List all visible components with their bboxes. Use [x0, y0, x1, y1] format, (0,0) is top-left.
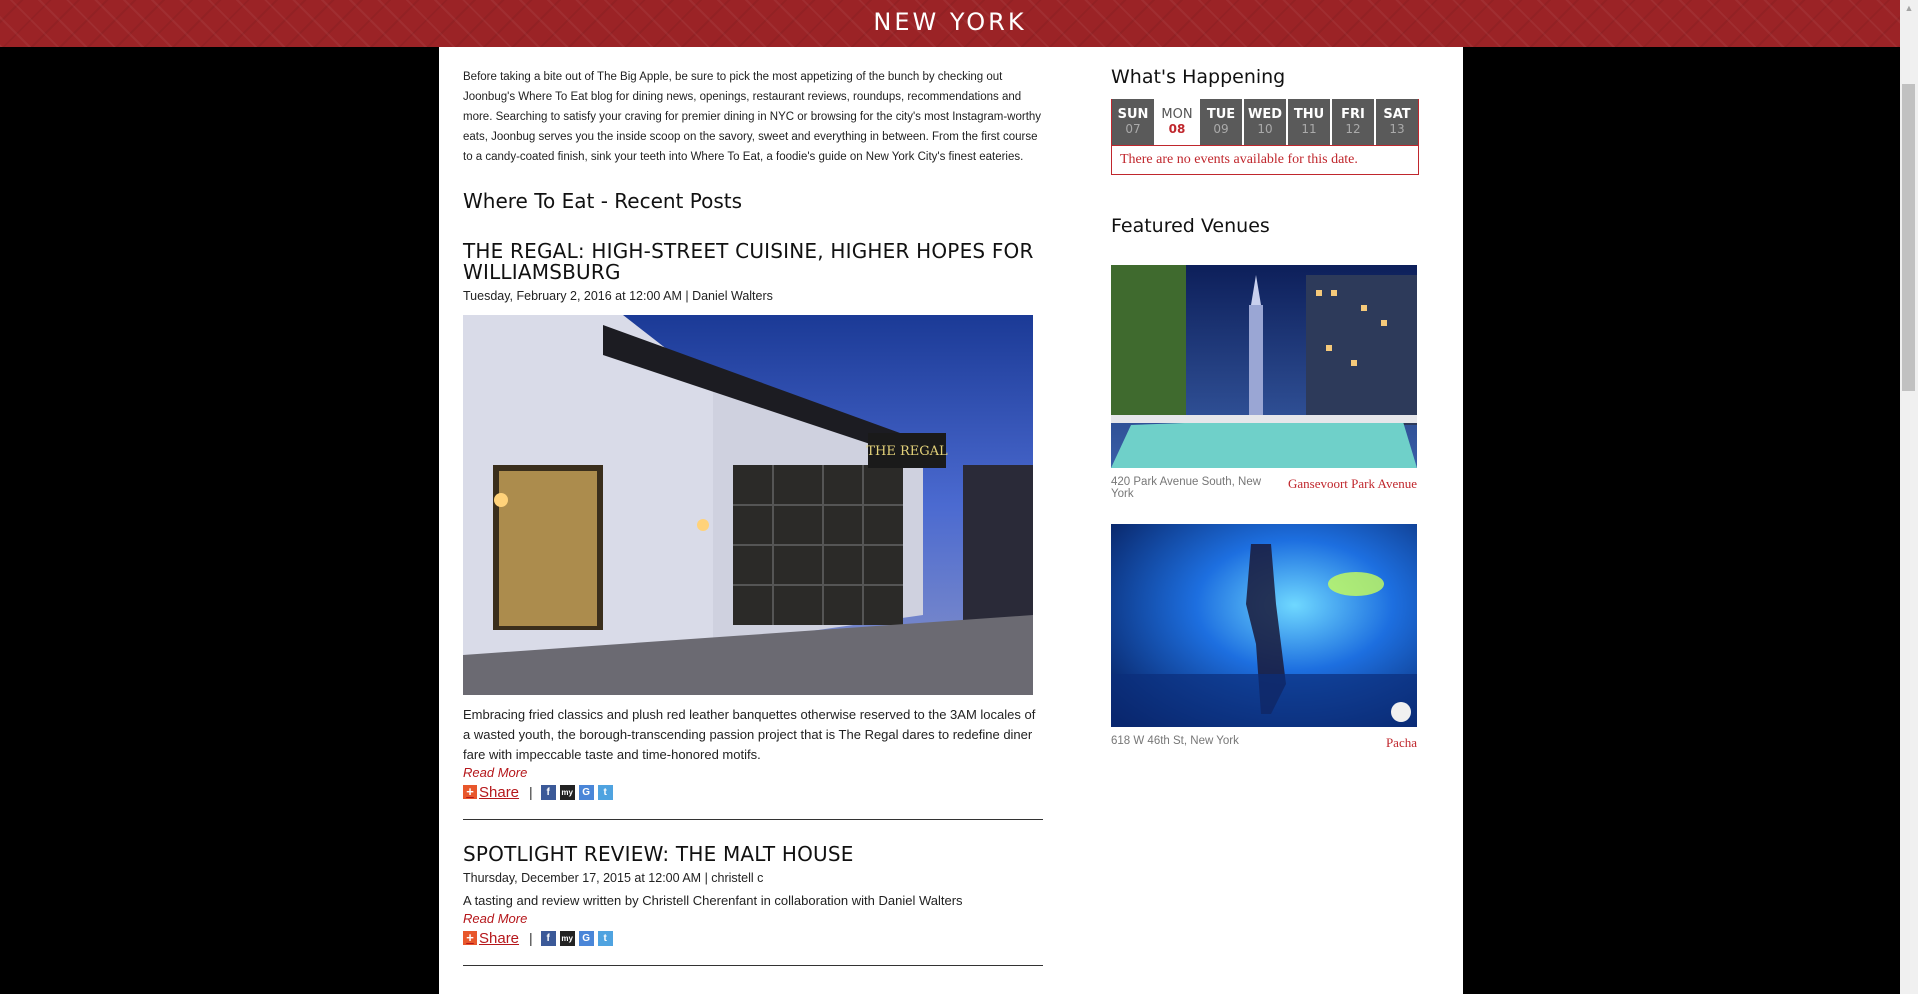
post-divider [463, 965, 1043, 966]
day-tab-tue[interactable]: TUE 09 [1200, 99, 1242, 145]
twitter-icon[interactable]: t [597, 930, 613, 946]
venue-image[interactable] [1111, 524, 1417, 727]
post-item: THE REGAL: HIGH-STREET CUISINE, HIGHER H… [463, 241, 1043, 820]
venue-address: 618 W 46th St, New York [1111, 735, 1239, 747]
day-date: 09 [1213, 122, 1229, 136]
day-date: 11 [1301, 122, 1317, 136]
venue-name-link[interactable]: Pacha [1386, 735, 1417, 751]
share-row: + Share | f my G t [463, 783, 1043, 801]
venue-info: 420 Park Avenue South, New York Gansevoo… [1111, 476, 1417, 500]
post-title[interactable]: SPOTLIGHT REVIEW: THE MALT HOUSE [463, 844, 1043, 865]
venue-name-link[interactable]: Gansevoort Park Avenue [1288, 476, 1417, 500]
more-icon [1391, 702, 1411, 722]
featured-venues-heading: Featured Venues [1111, 215, 1270, 237]
share-label: Share [479, 929, 520, 947]
plus-icon: + [463, 785, 477, 799]
read-more-link[interactable]: Read More [463, 765, 1043, 781]
svg-text:THE REGAL: THE REGAL [866, 444, 948, 459]
post-item: SPOTLIGHT REVIEW: THE MALT HOUSE Thursda… [463, 844, 1043, 966]
rooftop-pool-illustration [1111, 265, 1417, 468]
page-content: Before taking a bite out of The Big Appl… [439, 47, 1463, 994]
day-date: 12 [1345, 122, 1361, 136]
day-name: TUE [1206, 107, 1236, 122]
day-date: 07 [1125, 122, 1141, 136]
post-excerpt: A tasting and review written by Christel… [463, 893, 963, 908]
city-title[interactable]: NEW YORK [0, 0, 1900, 44]
day-tab-fri[interactable]: FRI 12 [1332, 99, 1374, 145]
day-tab-sun[interactable]: SUN 07 [1112, 99, 1154, 145]
day-name: SAT [1383, 107, 1411, 122]
day-name: FRI [1341, 107, 1365, 122]
read-more-link[interactable]: Read More [463, 911, 1043, 927]
regal-storefront-illustration: THE REGAL [463, 315, 1033, 695]
scrollbar-thumb[interactable] [1902, 84, 1915, 391]
share-separator: | [529, 930, 533, 946]
post-excerpt: Embracing fried classics and plush red l… [463, 707, 1036, 762]
twitter-icon[interactable]: t [597, 784, 613, 800]
google-icon[interactable]: G [578, 930, 594, 946]
day-tab-mon[interactable]: MON 08 [1156, 99, 1198, 145]
day-tab-wed[interactable]: WED 10 [1244, 99, 1286, 145]
event-calendar: SUN 07 MON 08 TUE 09 WED 10 THU 11 FRI 12 SAT 1… [1111, 99, 1419, 175]
post-meta: Tuesday, February 2, 2016 at 12:00 AM | … [463, 289, 773, 303]
plus-icon: + [463, 931, 477, 945]
day-name: SUN [1117, 107, 1149, 122]
venue-address: 420 Park Avenue South, New York [1111, 476, 1262, 500]
chevron-up-icon[interactable]: ▲ [1900, 0, 1918, 17]
page-scrollbar[interactable]: ▲ [1900, 0, 1918, 994]
google-icon[interactable]: G [578, 784, 594, 800]
share-label: Share [479, 783, 520, 801]
nightclub-illustration [1111, 524, 1417, 727]
post-image[interactable]: THE REGAL [463, 315, 1033, 695]
sidebar: What's Happening SUN 07 MON 08 TUE 09 WED 10… [1111, 47, 1419, 751]
day-date: 13 [1389, 122, 1405, 136]
venue-image[interactable] [1111, 265, 1417, 468]
facebook-icon[interactable]: f [540, 930, 556, 946]
day-selector: SUN 07 MON 08 TUE 09 WED 10 THU 11 FRI 12 SAT 1… [1112, 99, 1418, 145]
site-header: NEW YORK [0, 0, 1900, 47]
post-title[interactable]: THE REGAL: HIGH-STREET CUISINE, HIGHER H… [463, 241, 1043, 283]
myspace-icon[interactable]: my [559, 930, 575, 946]
day-name: MON [1161, 107, 1193, 122]
main-column: Before taking a bite out of The Big Appl… [463, 47, 1043, 966]
day-date: 08 [1168, 122, 1186, 136]
share-row: + Share | f my G t [463, 929, 1043, 947]
recent-posts-heading: Where To Eat - Recent Posts [463, 189, 743, 213]
myspace-icon[interactable]: my [559, 784, 575, 800]
share-button[interactable]: + Share [463, 930, 519, 947]
day-tab-sat[interactable]: SAT 13 [1376, 99, 1418, 145]
intro-text: Before taking a bite out of The Big Appl… [463, 71, 1042, 163]
day-name: WED [1247, 107, 1282, 122]
venue-info: 618 W 46th St, New York Pacha [1111, 735, 1417, 751]
day-name: THU [1293, 107, 1325, 122]
day-tab-thu[interactable]: THU 11 [1288, 99, 1330, 145]
day-date: 10 [1257, 122, 1273, 136]
share-separator: | [529, 784, 533, 800]
share-button[interactable]: + Share [463, 784, 519, 801]
no-events-message: There are no events available for this d… [1112, 145, 1418, 174]
whats-happening-heading: What's Happening [1111, 66, 1286, 88]
venue-card: 420 Park Avenue South, New York Gansevoo… [1111, 265, 1417, 500]
post-meta: Thursday, December 17, 2015 at 12:00 AM … [463, 871, 764, 885]
venue-card: 618 W 46th St, New York Pacha [1111, 524, 1417, 751]
facebook-icon[interactable]: f [540, 784, 556, 800]
post-divider [463, 819, 1043, 820]
